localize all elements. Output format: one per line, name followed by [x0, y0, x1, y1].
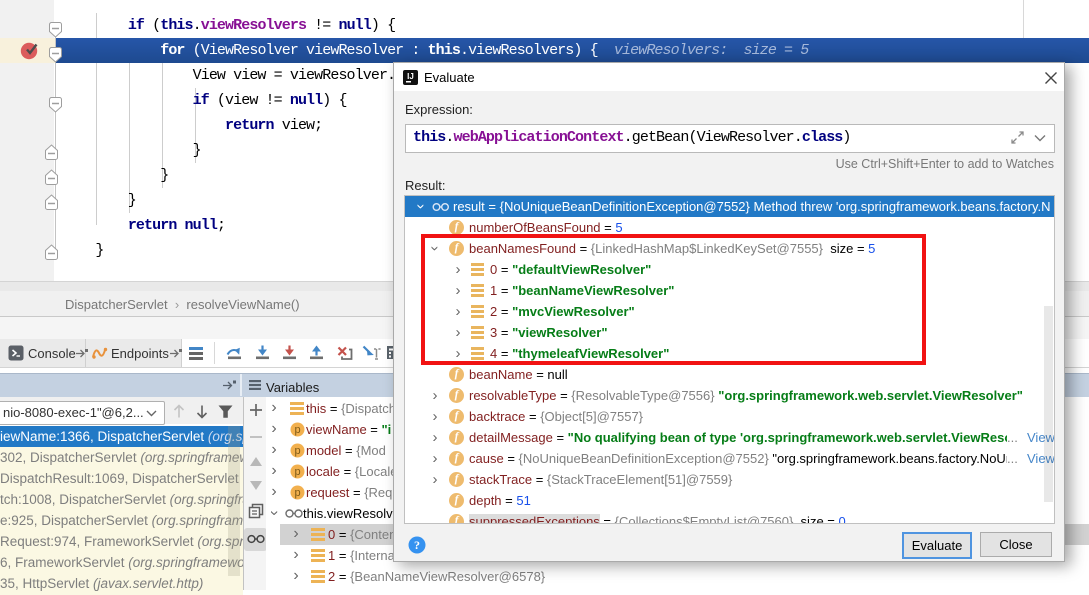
svg-text:p: p: [294, 466, 300, 478]
svg-text:?: ?: [414, 538, 420, 552]
svg-text:p: p: [294, 445, 300, 457]
svg-text:p: p: [294, 424, 300, 436]
svg-text:p: p: [294, 487, 300, 499]
svg-text:IJ: IJ: [407, 72, 414, 81]
